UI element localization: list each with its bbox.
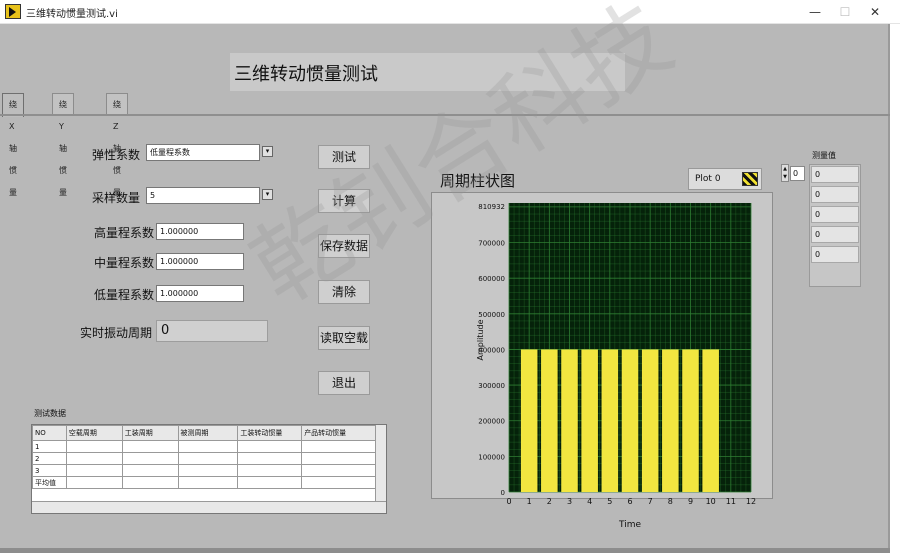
elasticity-dropdown[interactable]: 低量程系数: [146, 144, 260, 161]
plot-legend[interactable]: Plot 0: [688, 168, 762, 190]
low-coef-label: 低量程系数: [93, 288, 154, 302]
table-row-label: 平均值: [32, 476, 67, 489]
high-coef-input[interactable]: 1.000000: [156, 223, 244, 240]
tab-z-axis[interactable]: 绕Z轴惯量: [106, 93, 128, 197]
table-horizontal-scrollbar[interactable]: [32, 501, 386, 513]
test-data-label: 测试数据: [34, 409, 66, 418]
mid-coef-input[interactable]: 1.000000: [156, 253, 244, 270]
test-button[interactable]: 测试: [318, 145, 370, 169]
measurement-cell: 0: [811, 166, 859, 183]
samples-dropdown[interactable]: 5: [146, 187, 260, 204]
clear-button[interactable]: 清除: [318, 280, 370, 304]
read-empty-button[interactable]: 读取空载: [318, 326, 370, 350]
measurements-label: 测量值: [812, 151, 836, 160]
window-titlebar: 三维转动惯量测试.vi — ☐ ✕: [0, 0, 900, 24]
labview-icon: [5, 4, 21, 19]
test-data-table[interactable]: NO 空载周期 工装周期 被测周期 工装转动惯量 产品转动惯量 1 2 3 平均…: [31, 424, 387, 514]
measurement-cell: 0: [811, 246, 859, 263]
samples-label: 采样数量: [91, 191, 140, 205]
measurement-cell: 0: [811, 206, 859, 223]
exit-button[interactable]: 退出: [318, 371, 370, 395]
index-spinner[interactable]: ▲ ▼ 0: [781, 164, 805, 182]
table-header-cell: 产品转动惯量: [301, 425, 376, 441]
status-strip: [0, 548, 890, 553]
measurement-cell: 0: [811, 226, 859, 243]
table-header-cell: 被测周期: [177, 425, 239, 441]
table-row[interactable]: 3: [32, 464, 376, 477]
panel-title: 三维转动惯量测试: [234, 64, 378, 85]
save-data-button[interactable]: 保存数据: [318, 234, 370, 258]
mid-coef-label: 中量程系数: [93, 256, 154, 270]
calculate-button[interactable]: 计算: [318, 189, 370, 213]
spinner-arrows-icon[interactable]: ▲ ▼: [781, 164, 789, 182]
minimize-button[interactable]: —: [800, 2, 830, 22]
samples-dropdown-arrow-icon[interactable]: ▾: [262, 189, 273, 200]
period-indicator: 0: [156, 320, 268, 342]
table-row-label: 1: [32, 440, 67, 453]
window-title: 三维转动惯量测试.vi: [26, 9, 118, 20]
chart-frame: [431, 192, 773, 499]
table-vertical-scrollbar[interactable]: [375, 425, 386, 501]
measurement-cell: 0: [811, 186, 859, 203]
panel-title-box: 三维转动惯量测试: [230, 53, 625, 91]
chart-title: 周期柱状图: [440, 172, 516, 190]
elasticity-dropdown-arrow-icon[interactable]: ▾: [262, 146, 273, 157]
legend-swatch-icon: [742, 172, 758, 186]
elasticity-label: 弹性系数: [91, 148, 140, 162]
low-coef-input[interactable]: 1.000000: [156, 285, 244, 302]
table-row[interactable]: 2: [32, 452, 376, 465]
maximize-button[interactable]: ☐: [830, 2, 860, 22]
table-header-cell: NO: [32, 425, 67, 441]
table-header-cell: 空载周期: [65, 425, 123, 441]
measurements-array: 0 0 0 0 0: [809, 164, 861, 287]
tab-y-axis[interactable]: 绕Y轴惯量: [52, 93, 74, 197]
table-row-label: 2: [32, 452, 67, 465]
table-header-row: NO 空载周期 工装周期 被测周期 工装转动惯量 产品转动惯量: [32, 425, 376, 441]
legend-label: Plot 0: [695, 174, 721, 184]
close-button[interactable]: ✕: [860, 2, 890, 22]
table-header-cell: 工装转动惯量: [237, 425, 303, 441]
spinner-value[interactable]: 0: [790, 166, 805, 181]
tab-divider: [0, 114, 890, 116]
period-label: 实时振动周期: [79, 326, 152, 340]
table-row-label: 3: [32, 464, 67, 477]
table-header-cell: 工装周期: [121, 425, 179, 441]
high-coef-label: 高量程系数: [93, 226, 154, 240]
table-row[interactable]: 平均值: [32, 476, 376, 489]
table-row[interactable]: 1: [32, 440, 376, 453]
front-panel: 三维转动惯量测试 绕X轴惯量 绕Y轴惯量 绕Z轴惯量 弹性系数 低量程系数 ▾ …: [0, 24, 890, 551]
